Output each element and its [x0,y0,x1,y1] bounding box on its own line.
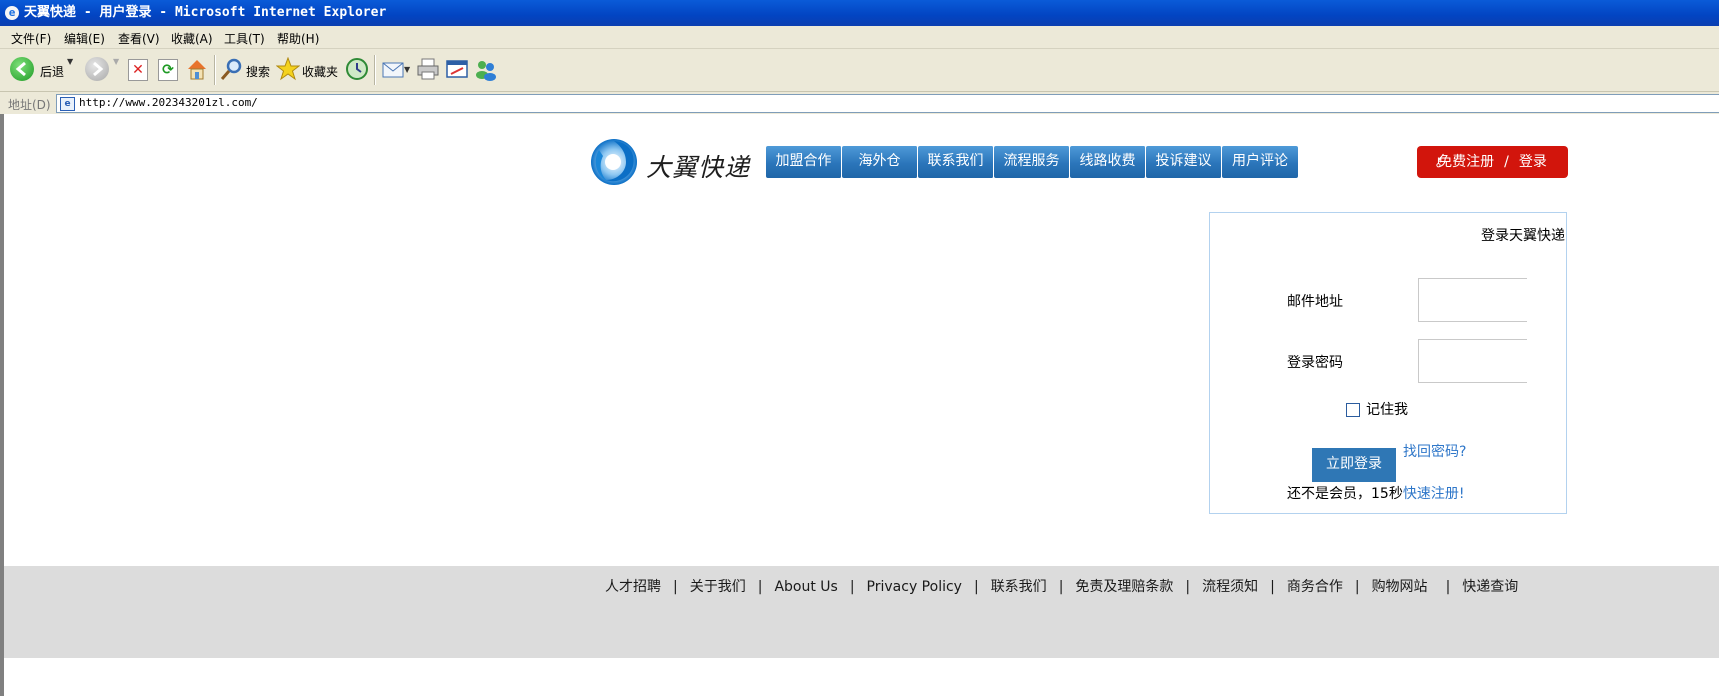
footer-separator: | [673,579,678,595]
nav-item-franchise[interactable]: 加盟合作 [766,146,842,178]
footer-separator: | [849,579,855,595]
remember-label: 记住我 [1366,402,1408,418]
page-content: 大翼快递 加盟合作 海外仓 联系我们 流程服务 线路收费 投诉建议 用户评论 ⚷… [4,114,1719,696]
nav-item-fees[interactable]: 线路收费 [1070,146,1146,178]
footer-separator: | [1270,579,1275,595]
history-button[interactable] [345,57,369,83]
footer-separator: | [1445,579,1451,595]
address-bar: 地址(D) e http://www.202343201zl.com/ [0,92,1719,116]
forgot-password-link[interactable]: 找回密码? [1403,441,1466,461]
footer-links: 人才招聘 | 关于我们 | About Us | Privacy Policy | 联系我们 | 免… [605,576,1518,596]
nav-item-complaints[interactable]: 投诉建议 [1146,146,1222,178]
register-login-button: ⚷ 免费注册 / 登录 [1417,146,1568,178]
home-icon [188,60,206,80]
print-icon [417,58,439,80]
address-label: 地址(D) [8,98,51,112]
logo-swirl-icon [591,139,637,185]
address-input[interactable]: e http://www.202343201zl.com/ [56,94,1719,113]
refresh-button[interactable]: ⟳ [158,57,178,83]
site-logo[interactable]: 大翼快递 [589,136,759,190]
forward-icon [85,57,109,81]
search-label: 搜索 [246,65,271,79]
menu-bar: 文件(F) 编辑(E) 查看(V) 收藏(A) 工具(T) 帮助(H) [0,26,1719,49]
register-separator: / [1504,154,1509,170]
login-panel: 登录天翼快递 邮件地址 登录密码 记住我 立即登录 找回密码? 还不是会员，15… [1209,212,1567,514]
footer-separator: | [757,579,763,595]
login-link[interactable]: 登录 [1519,154,1547,170]
menu-view[interactable]: 查看(V) [118,30,160,47]
footer-separator: | [1058,579,1064,595]
mail-icon [382,62,404,78]
print-button[interactable] [416,57,440,83]
ie-icon: e [5,6,19,20]
login-submit-button[interactable]: 立即登录 [1312,448,1396,482]
refresh-icon: ⟳ [158,59,178,81]
email-field[interactable] [1418,278,1527,322]
nav-item-reviews[interactable]: 用户评论 [1222,146,1298,178]
edit-button[interactable] [445,57,469,83]
footer-link-shopping[interactable]: 购物网站 [1372,579,1428,595]
login-title: 登录天翼快递 [1481,228,1565,244]
footer: 人才招聘 | 关于我们 | About Us | Privacy Policy | 联系我们 | 免… [4,566,1719,658]
menu-edit[interactable]: 编辑(E) [64,30,105,47]
menu-tools[interactable]: 工具(T) [224,30,265,47]
menu-help[interactable]: 帮助(H) [277,30,319,47]
footer-separator: | [1185,579,1191,595]
back-icon [10,57,34,81]
edit-icon [446,60,468,78]
register-notice: 还不是会员，15秒快速注册! [1287,483,1464,503]
footer-separator: | [1354,579,1360,595]
toolbar-separator [374,55,376,85]
back-dropdown-icon[interactable]: ▼ [67,57,73,66]
search-icon [220,58,242,80]
footer-link-disclaimer[interactable]: 免责及理赔条款 [1075,579,1173,595]
footer-link-business[interactable]: 商务合作 [1287,579,1343,595]
favorites-label: 收藏夹 [302,65,339,79]
toolbar-separator [214,55,216,85]
messenger-button[interactable] [474,57,498,83]
menu-favorites[interactable]: 收藏(A) [171,30,213,47]
favorites-button[interactable]: 收藏夹 [276,57,338,83]
stop-icon: ✕ [128,59,148,81]
remember-checkbox[interactable] [1346,403,1360,417]
key-icon: ⚷ [1434,155,1443,169]
search-button[interactable]: 搜索 [220,57,270,83]
home-button[interactable] [186,57,208,83]
footer-link-about-cn[interactable]: 关于我们 [690,579,746,595]
footer-link-contact[interactable]: 联系我们 [991,579,1047,595]
password-field[interactable] [1418,339,1527,383]
mail-button[interactable]: ▼ [381,57,411,83]
email-label: 邮件地址 [1287,294,1343,310]
quick-register-link[interactable]: 快速注册! [1403,486,1465,502]
register-link[interactable]: 免费注册 [1438,154,1494,170]
stop-button[interactable]: ✕ [128,57,148,83]
menu-file[interactable]: 文件(F) [11,30,51,47]
register-notice-text: 还不是会员，15秒 [1287,486,1403,502]
history-icon [346,58,368,80]
footer-separator: | [973,579,979,595]
forward-dropdown-icon[interactable]: ▼ [113,57,119,66]
address-url: http://www.202343201zl.com/ [79,96,258,109]
window-title: 天翼快递 - 用户登录 - Microsoft Internet Explore… [24,5,387,20]
nav-item-process[interactable]: 流程服务 [994,146,1070,178]
favorites-star-icon [276,57,300,81]
messenger-icon [476,61,496,81]
footer-link-about-us[interactable]: About Us [774,579,837,595]
footer-link-privacy[interactable]: Privacy Policy [867,579,962,595]
password-label: 登录密码 [1287,355,1343,371]
forward-button[interactable] [85,57,109,83]
nav-item-contact[interactable]: 联系我们 [918,146,994,178]
back-label: 后退 [40,65,65,79]
logo-text: 大翼快递 [646,153,751,182]
nav-item-overseas[interactable]: 海外仓 [842,146,918,178]
window-titlebar: e 天翼快递 - 用户登录 - Microsoft Internet Explo… [0,0,1719,26]
page-icon: e [60,97,75,111]
mail-dropdown-icon[interactable]: ▼ [404,65,410,74]
footer-link-process[interactable]: 流程须知 [1202,579,1258,595]
footer-link-careers[interactable]: 人才招聘 [605,579,661,595]
footer-link-tracking[interactable]: 快递查询 [1462,579,1518,595]
browser-toolbar: 后退 ▼ ▼ ✕ ⟳ 搜索 收藏夹 ▼ [0,49,1719,92]
